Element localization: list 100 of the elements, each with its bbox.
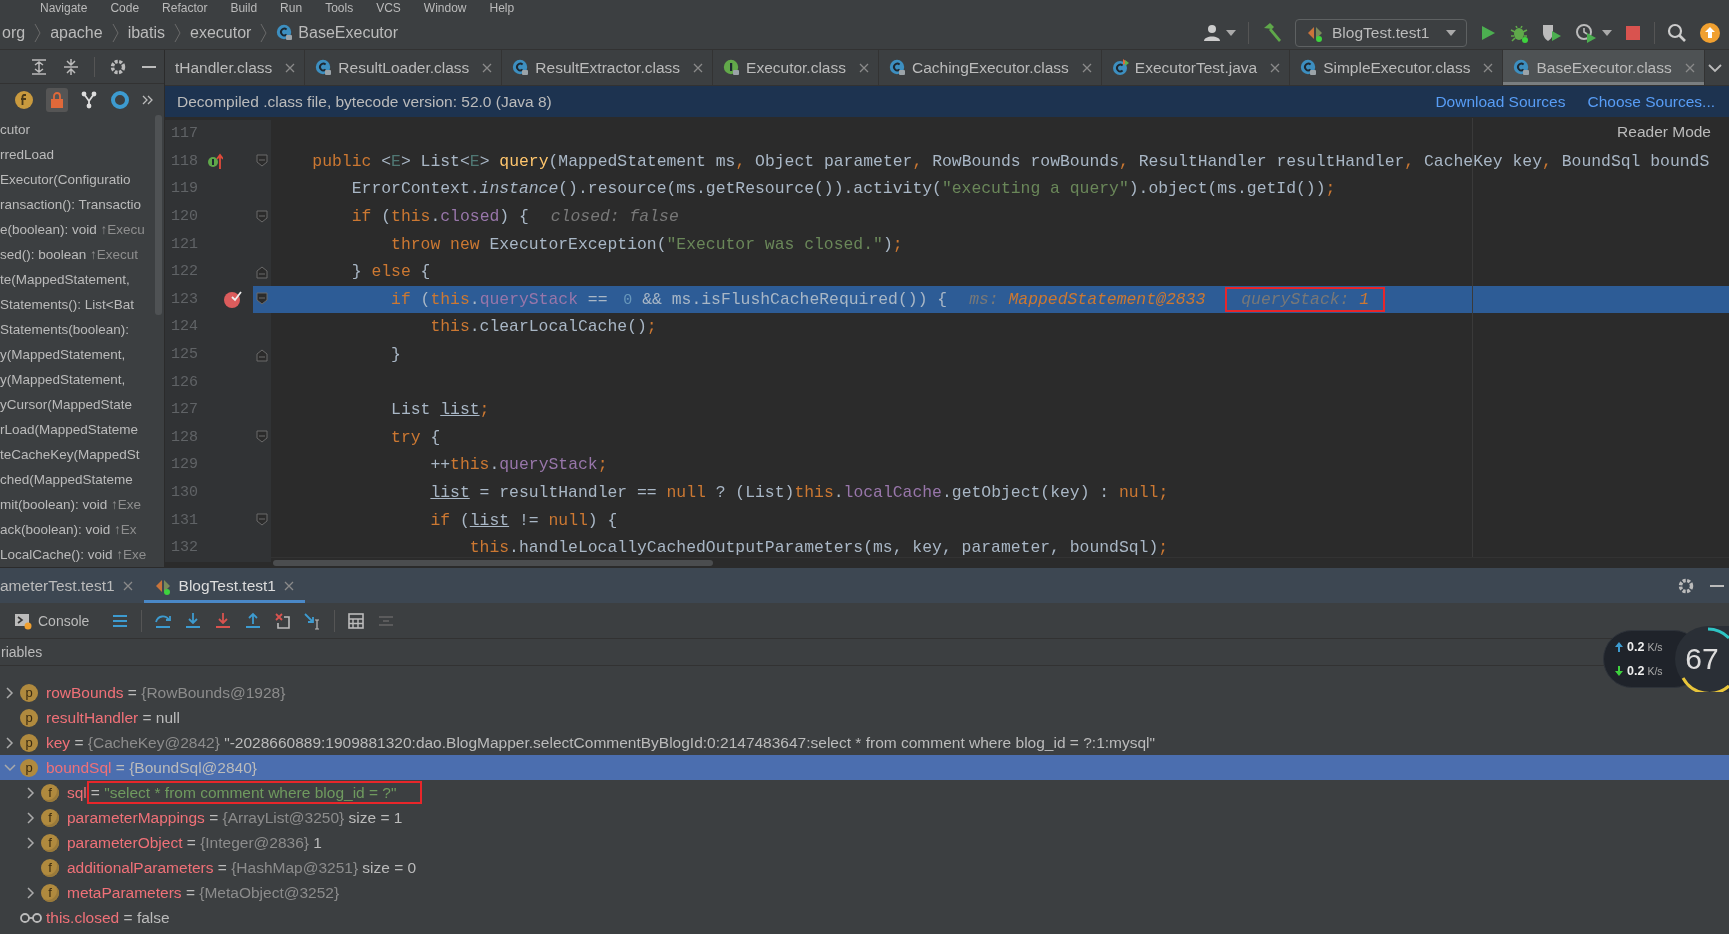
menu-item[interactable]: Navigate — [40, 0, 88, 16]
close-icon[interactable] — [858, 61, 870, 74]
structure-item[interactable]: y(MappedStatement, — [0, 367, 126, 392]
breadcrumb[interactable]: executor — [190, 23, 252, 42]
structure-item[interactable]: Statements(): List<Bat — [0, 292, 134, 317]
profiler-icon[interactable] — [1575, 22, 1597, 43]
variable-entry: additionalParameters = {HashMap@3251} size = 0 — [67, 858, 417, 877]
run-tab[interactable]: BlogTest.test1 — [143, 568, 305, 603]
structure-item[interactable]: ched(MappedStateme — [0, 467, 133, 492]
field-badge: f — [41, 833, 59, 852]
menu-item[interactable]: VCS — [376, 0, 401, 16]
close-icon[interactable] — [481, 61, 494, 74]
run-configuration-dropdown[interactable]: BlogTest.test1 — [1295, 18, 1467, 47]
structure-item[interactable]: rredLoad — [0, 142, 55, 167]
close-icon[interactable] — [1482, 61, 1495, 74]
close-icon[interactable] — [1080, 61, 1093, 74]
tab-list-icon[interactable] — [1707, 62, 1723, 73]
step-into-icon[interactable] — [184, 611, 203, 630]
structure-item[interactable]: cutor — [0, 117, 30, 142]
structure-item[interactable]: mit(boolean): void ↑Exe — [0, 492, 142, 517]
code-line: throw new ExecutorException("Executor was closed."); — [390, 234, 903, 254]
user-icon[interactable] — [1203, 23, 1223, 42]
speed-unit: K/s — [1647, 665, 1663, 677]
editor-tab[interactable]: ResultExtractor.class — [502, 50, 714, 85]
fold-marker-icon[interactable] — [256, 264, 268, 279]
lock-icon[interactable] — [50, 91, 64, 108]
fold-marker-icon[interactable] — [256, 209, 268, 224]
hierarchy-icon[interactable] — [80, 90, 98, 109]
menu-item[interactable]: Tools — [325, 0, 354, 16]
breadcrumb[interactable]: ibatis — [127, 23, 165, 42]
more-icon[interactable] — [142, 93, 154, 106]
evaluate-icon[interactable] — [347, 611, 366, 630]
run-icon[interactable] — [1479, 23, 1497, 42]
menu-item[interactable]: Code — [110, 0, 140, 16]
editor-tab[interactable]: ResultLoader.class — [305, 50, 503, 85]
drop-frame-icon[interactable] — [274, 611, 293, 630]
stop-icon[interactable] — [1624, 23, 1642, 42]
editor-tab[interactable]: CachingExecutor.class — [879, 50, 1102, 85]
menu-item[interactable]: Window — [423, 0, 467, 16]
structure-item[interactable]: ack(boolean): void ↑Ex — [0, 517, 137, 542]
close-icon[interactable] — [692, 61, 705, 74]
fold-marker-icon[interactable] — [256, 513, 268, 528]
code-line: this.clearLocalCache(); — [429, 317, 657, 337]
structure-item[interactable]: ransaction(): Transactio — [0, 192, 142, 217]
scrollbar[interactable] — [271, 557, 1729, 567]
search-icon[interactable] — [1667, 22, 1687, 43]
close-icon[interactable] — [282, 579, 295, 592]
structure-item[interactable]: Executor(Configuratio — [0, 167, 131, 192]
collapse-all-icon[interactable] — [62, 57, 80, 76]
menu-item[interactable]: Run — [280, 0, 303, 16]
structure-item[interactable]: e(boolean): void ↑Execu — [0, 217, 145, 242]
breakpoint-icon[interactable] — [223, 289, 243, 310]
selected-row-highlight[interactable]: p boundSql = {BoundSql@2840} — [0, 755, 1729, 780]
structure-item[interactable]: LocalCache(): void ↑Exe — [0, 542, 147, 567]
fold-marker-icon[interactable] — [256, 154, 268, 169]
close-icon[interactable] — [284, 61, 297, 74]
structure-item[interactable]: yCursor(MappedState — [0, 392, 133, 417]
structure-item[interactable]: te(MappedStatement, — [0, 267, 130, 292]
breadcrumb[interactable]: BaseExecutor — [276, 23, 398, 42]
run-tab[interactable]: ameterTest.test1 — [0, 568, 144, 603]
code-line: if (this.queryStack == 0 && ms.isFlushCacheRequired()) { — [390, 289, 948, 309]
editor-tab[interactable]: BaseExecutor.class — [1503, 50, 1705, 85]
editor-tab[interactable]: Executor.class — [713, 50, 879, 85]
target-icon[interactable] — [110, 89, 130, 110]
variable-entry: parameterMappings = {ArrayList@3250} size = 1 — [67, 808, 403, 827]
variable-entry: parameterObject = {Integer@2836} 1 — [67, 833, 322, 852]
menu-item[interactable]: Refactor — [162, 0, 208, 16]
structure-item[interactable]: sed(): boolean ↑Execut — [0, 242, 139, 267]
menu-item[interactable]: Build — [230, 0, 258, 16]
menu-item[interactable]: Help — [489, 0, 515, 16]
breadcrumb[interactable]: apache — [50, 23, 103, 42]
chevron-icon — [259, 21, 269, 44]
structure-item[interactable]: rLoad(MappedStateme — [0, 417, 139, 442]
expand-all-icon[interactable] — [30, 57, 48, 76]
structure-item[interactable]: teCacheKey(MappedSt — [0, 442, 140, 467]
download-speed: 0.2 — [1627, 664, 1645, 678]
implements-icon[interactable] — [207, 153, 223, 170]
settings-icon[interactable] — [109, 57, 127, 76]
fold-marker-icon[interactable] — [256, 347, 268, 362]
breadcrumb[interactable]: org — [2, 23, 26, 42]
console-tab[interactable]: Console — [14, 611, 90, 630]
field-filter-icon[interactable] — [14, 89, 34, 110]
step-out-icon[interactable] — [244, 611, 263, 630]
editor-tab[interactable]: ExecutorTest.java — [1101, 50, 1291, 85]
structure-item[interactable]: y(MappedStatement, — [0, 342, 126, 367]
fold-marker-icon[interactable] — [256, 292, 268, 307]
update-icon[interactable] — [1699, 21, 1721, 44]
force-step-into-icon[interactable] — [214, 611, 233, 630]
close-icon[interactable] — [1683, 61, 1696, 74]
code-line: ++this.queryStack; — [429, 455, 608, 475]
structure-item[interactable]: Statements(boolean): — [0, 317, 130, 342]
close-icon[interactable] — [121, 579, 134, 592]
settings-icon[interactable] — [1677, 576, 1695, 595]
editor-tab[interactable]: tHandler.class — [165, 50, 306, 85]
link[interactable]: Download Sources — [1435, 92, 1566, 111]
reader-mode-button[interactable]: Reader Mode — [1617, 123, 1711, 141]
fold-marker-icon[interactable] — [256, 430, 268, 445]
link[interactable]: Choose Sources... — [1587, 92, 1715, 111]
coverage-icon[interactable] — [1541, 22, 1563, 43]
close-icon[interactable] — [1269, 61, 1282, 74]
